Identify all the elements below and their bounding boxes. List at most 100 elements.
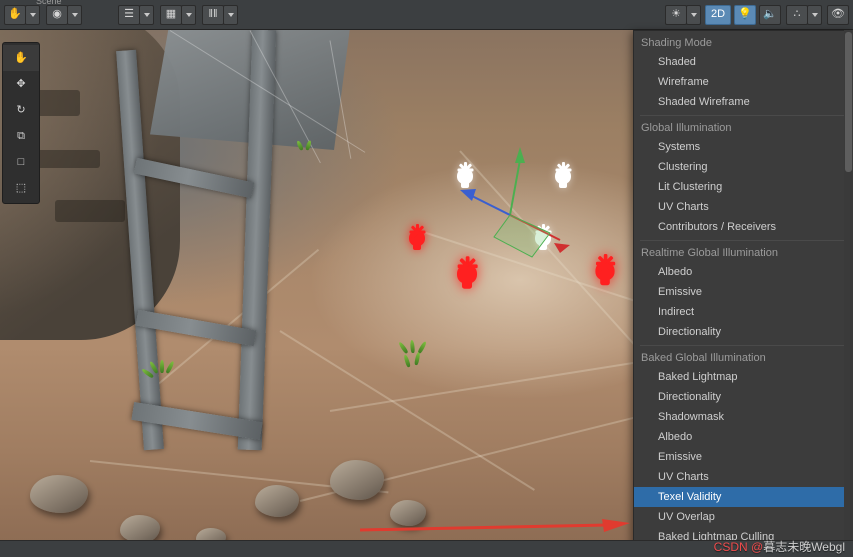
menu-item-realtime-indirect[interactable]: Indirect xyxy=(634,302,852,322)
annotation-arrow xyxy=(360,519,630,532)
menu-header-global-illumination: Global Illumination xyxy=(641,122,732,134)
hand-tool-button[interactable]: ✋ xyxy=(4,4,26,25)
scale-icon: ⧉ xyxy=(17,129,25,142)
hand-icon: ✋ xyxy=(8,8,22,20)
unity-scene-window: Scene ✋ ◉ ☰ ▦ ‖‖ ☀ 2D 💡 🔈 ∴ 👁 ✋ ✥ ↻ ⧉ □ … xyxy=(0,0,853,557)
toolbar-right-group: ☀ 2D 💡 🔈 ∴ 👁 xyxy=(665,4,853,25)
rect-transform-icon: □ xyxy=(17,155,25,168)
watermark-text: 暮志未晚Webgl xyxy=(763,540,845,554)
scene-prop-rock xyxy=(330,460,384,500)
scene-vertical-scrollbar[interactable] xyxy=(844,30,853,557)
grid-snap-dropdown[interactable] xyxy=(139,4,154,25)
menu-item-uv-charts-gi[interactable]: UV Charts xyxy=(634,197,852,217)
tower-beam xyxy=(133,157,255,199)
scene-prop-rock xyxy=(30,475,88,513)
snap-icon: ☰ xyxy=(124,8,134,20)
menu-item-shaded[interactable]: Shaded xyxy=(634,52,852,72)
menu-item-baked-directionality[interactable]: Directionality xyxy=(634,387,852,407)
menu-item-wireframe[interactable]: Wireframe xyxy=(634,72,852,92)
rotate-tool[interactable]: ↻ xyxy=(3,97,39,123)
chevron-down-icon xyxy=(143,12,150,17)
hand-tool-dropdown[interactable] xyxy=(25,4,40,25)
effects-toggle-button[interactable]: ∴ xyxy=(786,4,808,25)
lightbulb-icon: 💡 xyxy=(738,8,752,20)
menu-item-uv-overlap[interactable]: UV Overlap xyxy=(634,507,852,527)
scene-prop-detail xyxy=(55,200,125,222)
toolbar-group-ruler: ‖‖ xyxy=(202,4,238,25)
sun-icon: ☀ xyxy=(671,8,681,20)
pivot-mode-dropdown[interactable] xyxy=(67,4,82,25)
menu-header-baked-gi: Baked Global Illumination xyxy=(641,352,766,364)
pivot-mode-button[interactable]: ◉ xyxy=(46,4,68,25)
chevron-down-icon xyxy=(185,12,192,17)
menu-header-shading-mode: Shading Mode xyxy=(641,37,712,49)
menu-item-lit-clustering[interactable]: Lit Clustering xyxy=(634,177,852,197)
chevron-down-icon xyxy=(29,12,36,17)
menu-item-baked-albedo[interactable]: Albedo xyxy=(634,427,852,447)
ruler-icon: ‖‖ xyxy=(208,8,218,20)
shading-mode-dropdown[interactable] xyxy=(686,4,701,25)
hand-icon: ✋ xyxy=(14,51,28,64)
rect-tool[interactable]: □ xyxy=(3,149,39,175)
menu-separator xyxy=(640,240,846,241)
menu-header-realtime-gi: Realtime Global Illumination xyxy=(641,247,778,259)
audio-toggle-button[interactable]: 🔈 xyxy=(759,4,781,25)
chevron-down-icon xyxy=(227,12,234,17)
toolbar-group-layout: ▦ xyxy=(160,4,196,25)
menu-item-shadowmask[interactable]: Shadowmask xyxy=(634,407,852,427)
rotate-icon: ↻ xyxy=(16,103,26,116)
light-gizmo-red[interactable] xyxy=(400,222,434,256)
menu-item-shaded-wireframe[interactable]: Shaded Wireframe xyxy=(634,92,852,112)
menu-item-realtime-directionality[interactable]: Directionality xyxy=(634,322,852,342)
scene-prop-rock xyxy=(255,485,299,517)
toolbar-group-grid: ☰ xyxy=(118,4,154,25)
scene-tool-palette: ✋ ✥ ↻ ⧉ □ ⬚ xyxy=(2,42,40,204)
grid-snap-button[interactable]: ☰ xyxy=(118,4,140,25)
menu-item-baked-uv-charts[interactable]: UV Charts xyxy=(634,467,852,487)
watermark-prefix: CSDN @ xyxy=(713,540,764,554)
chevron-down-icon xyxy=(71,12,78,17)
scene-prop-rock xyxy=(120,515,160,543)
transform-tool[interactable]: ⬚ xyxy=(3,175,39,201)
move-icon: ✥ xyxy=(16,77,26,90)
menu-item-baked-lightmap[interactable]: Baked Lightmap xyxy=(634,367,852,387)
menu-item-clustering[interactable]: Clustering xyxy=(634,157,852,177)
toolbar-group-pivot: ◉ xyxy=(46,4,82,25)
chevron-down-icon xyxy=(690,12,697,17)
ruler-button[interactable]: ‖‖ xyxy=(202,4,224,25)
menu-item-realtime-albedo[interactable]: Albedo xyxy=(634,262,852,282)
fx-icon: ∴ xyxy=(793,8,801,20)
ruler-dropdown[interactable] xyxy=(223,4,238,25)
eye-icon: 👁 xyxy=(831,8,845,20)
menu-separator xyxy=(640,115,846,116)
effects-dropdown[interactable] xyxy=(807,4,822,25)
pan-tool[interactable]: ✋ xyxy=(3,45,39,71)
chevron-down-icon xyxy=(811,12,818,17)
pivot-icon: ◉ xyxy=(52,8,62,20)
menu-item-realtime-emissive[interactable]: Emissive xyxy=(634,282,852,302)
grid-visibility-dropdown[interactable] xyxy=(181,4,196,25)
move-gizmo[interactable] xyxy=(450,125,620,285)
transform-icon: ⬚ xyxy=(15,181,27,194)
watermark: CSDN @暮志未晚Webgl xyxy=(714,538,845,555)
menu-item-contributors-receivers[interactable]: Contributors / Receivers xyxy=(634,217,852,237)
toggle-2d-button[interactable]: 2D xyxy=(705,4,731,25)
scrollbar-thumb[interactable] xyxy=(845,32,852,172)
menu-separator xyxy=(640,345,846,346)
lighting-toggle-button[interactable]: 💡 xyxy=(734,4,756,25)
scene-toolbar: Scene ✋ ◉ ☰ ▦ ‖‖ ☀ 2D 💡 🔈 ∴ 👁 xyxy=(0,0,853,30)
grid-visibility-button[interactable]: ▦ xyxy=(160,4,182,25)
shading-mode-button[interactable]: ☀ xyxy=(665,4,687,25)
scene-prop-tower xyxy=(116,30,390,480)
menu-item-systems[interactable]: Systems xyxy=(634,137,852,157)
speaker-icon: 🔈 xyxy=(763,8,777,20)
grid-icon: ▦ xyxy=(165,8,177,20)
menu-item-texel-validity[interactable]: Texel Validity xyxy=(634,487,852,507)
menu-item-baked-emissive[interactable]: Emissive xyxy=(634,447,852,467)
2d-icon: 2D xyxy=(710,8,726,20)
toolbar-group-transform: ✋ xyxy=(4,4,40,25)
move-tool[interactable]: ✥ xyxy=(3,71,39,97)
shading-mode-menu: Shading Mode Shaded Wireframe Shaded Wir… xyxy=(633,30,853,557)
scene-visibility-button[interactable]: 👁 xyxy=(827,4,849,25)
scale-tool[interactable]: ⧉ xyxy=(3,123,39,149)
